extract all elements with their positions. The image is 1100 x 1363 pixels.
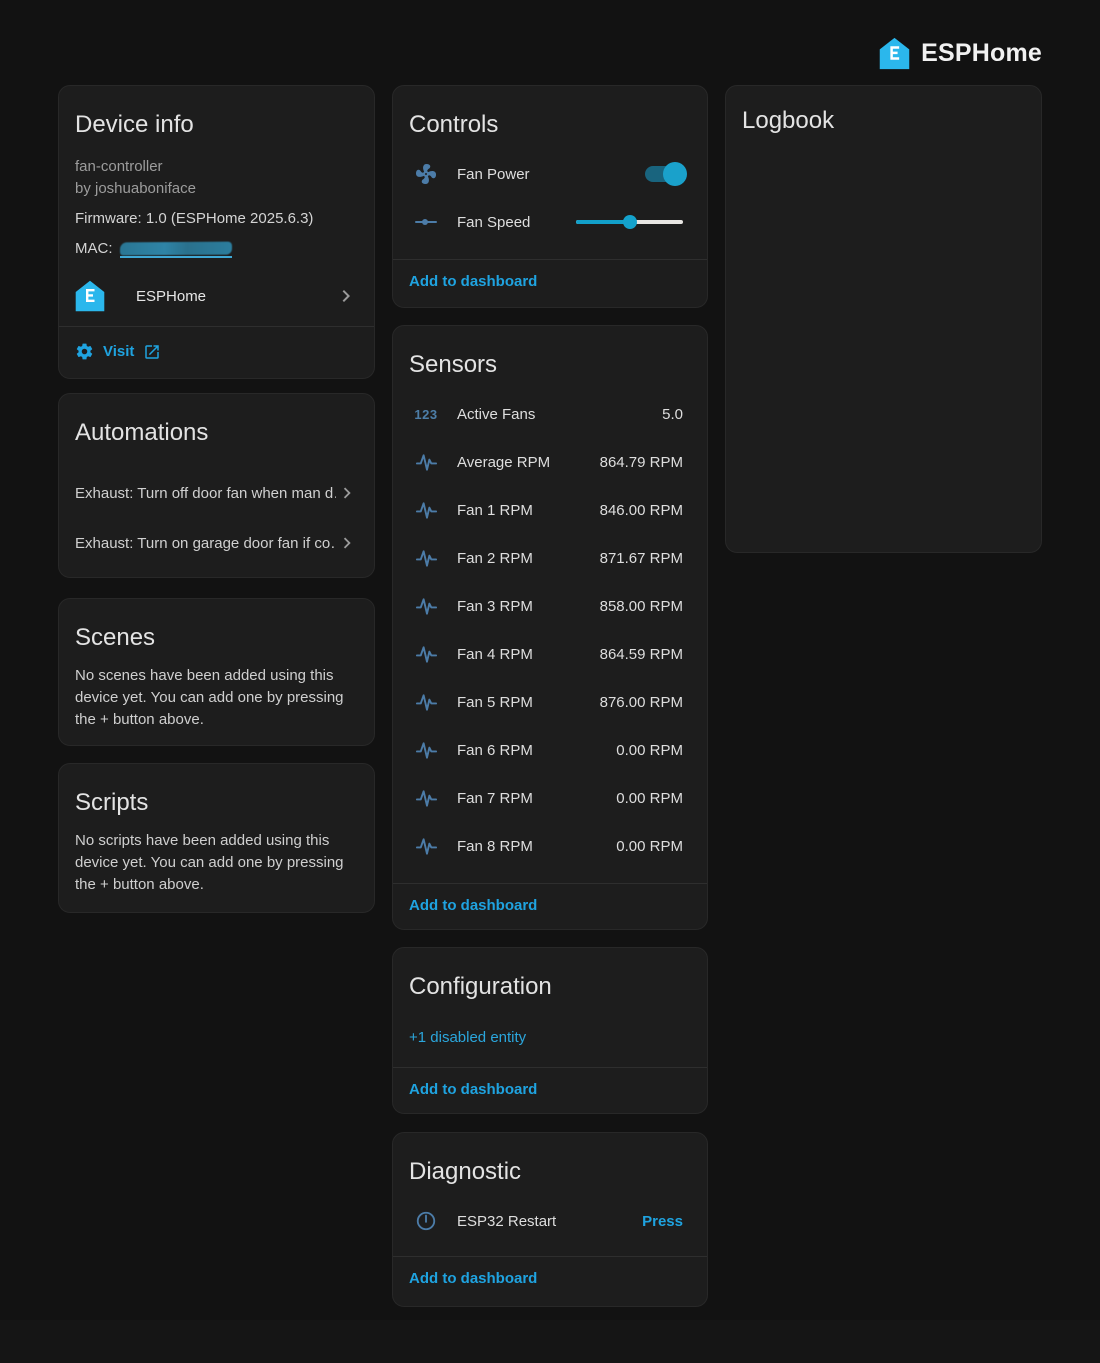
pulse-icon	[413, 643, 439, 666]
add-to-dashboard-link[interactable]: Add to dashboard	[409, 1081, 537, 1098]
add-to-dashboard-link[interactable]: Add to dashboard	[409, 897, 537, 914]
sensor-row-fan4-rpm[interactable]: Fan 4 RPM 864.59 RPM	[393, 630, 707, 678]
diagnostic-title: Diagnostic	[393, 1133, 707, 1187]
scripts-card: Scripts No scripts have been added using…	[58, 763, 375, 913]
pulse-icon	[413, 595, 439, 618]
device-info-body: fan-controller by joshuaboniface Firmwar…	[59, 156, 374, 260]
add-to-dashboard-link[interactable]: Add to dashboard	[409, 273, 537, 290]
pulse-icon	[413, 451, 439, 474]
automations-title: Automations	[59, 394, 374, 448]
automation-label: Exhaust: Turn on garage door fan if co…	[75, 535, 336, 552]
fan-speed-slider[interactable]	[576, 214, 683, 230]
visit-label: Visit	[103, 343, 134, 360]
fan-power-toggle[interactable]	[645, 166, 683, 182]
mac-line: MAC:	[75, 238, 358, 260]
logbook-card: Logbook	[725, 85, 1042, 553]
controls-card: Controls Fan Power Fan Speed Add to das	[392, 85, 708, 308]
sensor-row-fan5-rpm[interactable]: Fan 5 RPM 876.00 RPM	[393, 678, 707, 726]
esphome-brand: ESPHome	[879, 37, 1042, 70]
firmware-info: Firmware: 1.0 (ESPHome 2025.6.3)	[75, 208, 358, 230]
fan-power-row[interactable]: Fan Power	[393, 150, 707, 198]
pulse-icon	[413, 691, 439, 714]
sensor-row-fan8-rpm[interactable]: Fan 8 RPM 0.00 RPM	[393, 822, 707, 870]
scenes-card: Scenes No scenes have been added using t…	[58, 598, 375, 746]
device-name: fan-controller	[75, 156, 358, 178]
configuration-footer: Add to dashboard	[393, 1067, 707, 1114]
right-column: Logbook	[725, 85, 1042, 553]
add-to-dashboard-link[interactable]: Add to dashboard	[409, 1270, 537, 1287]
esp32-restart-row[interactable]: ESP32 Restart Press	[393, 1197, 707, 1245]
automation-row[interactable]: Exhaust: Turn off door fan when man d…	[59, 478, 374, 508]
open-in-new-icon	[143, 343, 161, 361]
chevron-right-icon	[336, 532, 358, 554]
fan-icon	[413, 162, 439, 186]
fan-power-label: Fan Power	[457, 166, 645, 183]
pulse-icon	[413, 547, 439, 570]
gear-icon	[75, 342, 94, 361]
integration-row-esphome[interactable]: ESPHome	[59, 268, 374, 326]
diagnostic-card: Diagnostic ESP32 Restart Press Add to da…	[392, 1132, 708, 1307]
pulse-icon	[413, 739, 439, 762]
integration-label: ESPHome	[136, 288, 334, 305]
mac-label: MAC:	[75, 238, 113, 260]
pulse-icon	[413, 499, 439, 522]
sensor-row-fan6-rpm[interactable]: Fan 6 RPM 0.00 RPM	[393, 726, 707, 774]
device-info-card: Device info fan-controller by joshuaboni…	[58, 85, 375, 379]
chevron-right-icon	[336, 482, 358, 504]
controls-footer: Add to dashboard	[393, 259, 707, 307]
press-button[interactable]: Press	[642, 1213, 683, 1230]
fan-speed-label: Fan Speed	[457, 214, 576, 231]
numeric-123-icon: 123	[413, 407, 439, 422]
slider-thumb[interactable]	[623, 215, 637, 229]
chevron-right-icon	[334, 284, 358, 308]
disabled-entities-link[interactable]: +1 disabled entity	[393, 1002, 707, 1067]
visit-device-link[interactable]: Visit	[59, 327, 374, 378]
sensor-row-fan7-rpm[interactable]: Fan 7 RPM 0.00 RPM	[393, 774, 707, 822]
brand-title: ESPHome	[921, 39, 1042, 68]
diagnostic-footer: Add to dashboard	[393, 1256, 707, 1304]
device-info-title: Device info	[59, 86, 374, 140]
automation-row[interactable]: Exhaust: Turn on garage door fan if co…	[59, 528, 374, 558]
device-owner: by joshuaboniface	[75, 178, 358, 200]
slider-icon	[413, 210, 439, 234]
pulse-icon	[413, 835, 439, 858]
bottom-strip	[0, 1320, 1100, 1363]
sensors-footer: Add to dashboard	[393, 883, 707, 930]
scripts-title: Scripts	[59, 764, 374, 818]
automation-label: Exhaust: Turn off door fan when man d…	[75, 485, 336, 502]
esphome-integration-icon	[75, 280, 105, 312]
left-column: Device info fan-controller by joshuaboni…	[58, 85, 375, 913]
esphome-logo-icon	[879, 37, 910, 70]
pulse-icon	[413, 787, 439, 810]
configuration-title: Configuration	[393, 948, 707, 1002]
automations-card: Automations Exhaust: Turn off door fan w…	[58, 393, 375, 578]
scripts-empty-text: No scripts have been added using this de…	[59, 818, 374, 896]
scenes-title: Scenes	[59, 599, 374, 653]
logbook-title: Logbook	[726, 86, 1041, 136]
esp32-restart-label: ESP32 Restart	[457, 1213, 642, 1230]
sensors-title: Sensors	[393, 326, 707, 380]
scenes-empty-text: No scenes have been added using this dev…	[59, 653, 374, 731]
configuration-card: Configuration +1 disabled entity Add to …	[392, 947, 708, 1114]
sensor-row-average-rpm[interactable]: Average RPM 864.79 RPM	[393, 438, 707, 486]
mac-redaction	[120, 242, 232, 258]
sensor-row-fan1-rpm[interactable]: Fan 1 RPM 846.00 RPM	[393, 486, 707, 534]
sensor-row-fan2-rpm[interactable]: Fan 2 RPM 871.67 RPM	[393, 534, 707, 582]
controls-title: Controls	[393, 86, 707, 140]
sensor-row-fan3-rpm[interactable]: Fan 3 RPM 858.00 RPM	[393, 582, 707, 630]
restart-icon	[413, 1210, 439, 1232]
sensor-row-active-fans[interactable]: 123 Active Fans 5.0	[393, 390, 707, 438]
fan-speed-row[interactable]: Fan Speed	[393, 198, 707, 246]
middle-column: Controls Fan Power Fan Speed Add to das	[392, 85, 708, 1307]
sensors-card: Sensors 123 Active Fans 5.0 Average RPM …	[392, 325, 708, 930]
